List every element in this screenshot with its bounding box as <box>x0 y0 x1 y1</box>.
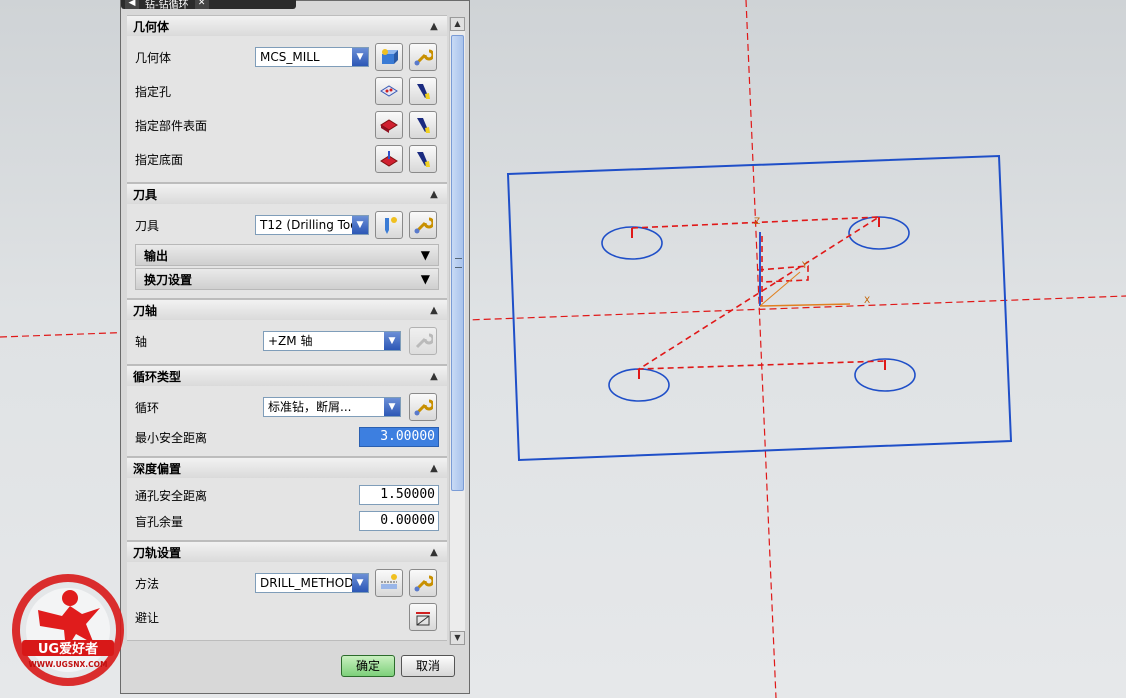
chevron-up-icon[interactable]: ▲ <box>427 187 441 201</box>
edit-axis-button[interactable] <box>409 327 437 355</box>
select-bottom-button[interactable] <box>375 145 403 173</box>
section-path-settings: 方法 DRILL_METHOD ▼ 避让 <box>127 562 447 641</box>
watermark-brand: UG爱好者 <box>38 641 98 657</box>
datum-axis-vertical <box>745 0 777 698</box>
min-clearance-label: 最小安全距离 <box>135 430 208 445</box>
section-cycle: 循环 标准钻，断屑... ▼ 最小安全距离 3.00000 <box>127 386 447 457</box>
bottom-surface-icon <box>380 151 398 167</box>
specify-part-surface-label: 指定部件表面 <box>135 118 208 133</box>
avoid-settings-button[interactable] <box>409 603 437 631</box>
section-geometry-header[interactable]: 几何体 ▲ <box>127 15 447 36</box>
close-icon[interactable]: ✕ <box>194 0 209 9</box>
dialog-footer: 确定 取消 <box>121 649 469 693</box>
flashlight-icon <box>417 84 430 99</box>
chevron-down-icon[interactable]: ▼ <box>384 398 400 416</box>
geometry-select[interactable]: MCS_MILL ▼ <box>255 47 369 67</box>
chevron-down-icon[interactable]: ▼ <box>352 216 368 234</box>
tool-label: 刀具 <box>135 218 160 233</box>
cycle-select[interactable]: 标准钻，断屑... ▼ <box>263 397 401 417</box>
scrollbar-thumb[interactable] <box>451 35 464 491</box>
select-part-surface-button[interactable] <box>375 111 403 139</box>
watermark-url: WWW.UGSNX.COM <box>29 660 108 669</box>
avoid-label: 避让 <box>135 610 160 625</box>
holes-icon <box>380 85 398 97</box>
select-holes-button[interactable] <box>375 77 403 105</box>
cycle-label: 循环 <box>135 400 160 415</box>
display-part-surface-button[interactable] <box>409 111 437 139</box>
specify-holes-label: 指定孔 <box>135 84 172 99</box>
scroll-up-icon[interactable]: ▲ <box>450 17 465 31</box>
wrench-icon <box>414 399 433 416</box>
toolpath <box>631 216 886 370</box>
edit-tool-button[interactable] <box>409 211 437 239</box>
new-geometry-button[interactable] <box>375 43 403 71</box>
chevron-down-icon[interactable]: ▼ <box>384 332 400 350</box>
axis-label-y: Y <box>801 261 808 271</box>
dialog-title-bar: ◀ 钻-钻循环 ✕ <box>121 0 296 11</box>
blind-stock-input[interactable]: 0.00000 <box>359 511 439 531</box>
blind-stock-label: 盲孔余量 <box>135 514 184 529</box>
axis-select[interactable]: +ZM 轴 ▼ <box>263 331 401 351</box>
section-tool: 刀具 T12 (Drilling Too ▼ 输出 ▼ 换刀设置 ▼ <box>127 204 447 299</box>
axis-label: 轴 <box>135 334 148 349</box>
avoid-icon <box>416 612 430 626</box>
chevron-down-icon[interactable]: ▼ <box>421 272 430 286</box>
operation-dialog: ◀ 钻-钻循环 ✕ 几何体 ▲ 几何体 MCS_MILL ▼ 指定孔 指定部件表… <box>120 0 470 694</box>
method-label: 方法 <box>135 576 160 591</box>
section-cycle-header[interactable]: 循环类型 ▲ <box>127 365 447 386</box>
new-geometry-icon <box>382 49 398 64</box>
tool-select[interactable]: T12 (Drilling Too ▼ <box>255 215 369 235</box>
section-tool-axis: 轴 +ZM 轴 ▼ <box>127 320 447 365</box>
new-method-icon <box>381 574 397 589</box>
wrench-icon <box>414 49 433 66</box>
chevron-down-icon[interactable]: ▼ <box>352 574 368 592</box>
chevron-up-icon[interactable]: ▲ <box>427 545 441 559</box>
ok-button[interactable]: 确定 <box>341 655 395 677</box>
chevron-up-icon[interactable]: ▲ <box>427 19 441 33</box>
method-select[interactable]: DRILL_METHOD ▼ <box>255 573 369 593</box>
section-geometry: 几何体 MCS_MILL ▼ 指定孔 指定部件表面 指定底面 <box>127 36 447 183</box>
part-surface-icon <box>380 119 398 133</box>
cancel-button[interactable]: 取消 <box>401 655 455 677</box>
section-path-settings-header[interactable]: 刀轨设置 ▲ <box>127 541 447 562</box>
new-tool-button[interactable] <box>375 211 403 239</box>
axis-label-z: Z <box>754 217 760 227</box>
display-bottom-button[interactable] <box>409 145 437 173</box>
new-method-button[interactable] <box>375 569 403 597</box>
wrench-icon <box>414 217 433 234</box>
edit-method-button[interactable] <box>409 569 437 597</box>
axis-label-x: X <box>864 296 870 306</box>
chevron-down-icon[interactable]: ▼ <box>421 248 430 262</box>
mcs-triad: Z X Y <box>754 217 870 307</box>
section-tool-axis-header[interactable]: 刀轴 ▲ <box>127 299 447 320</box>
section-depth-offset: 通孔安全距离 1.50000 盲孔余量 0.00000 <box>127 478 447 541</box>
min-clearance-input[interactable]: 3.00000 <box>359 427 439 447</box>
section-tool-header[interactable]: 刀具 ▲ <box>127 183 447 204</box>
through-clearance-label: 通孔安全距离 <box>135 488 208 503</box>
scroll-down-icon[interactable]: ▼ <box>450 631 465 645</box>
dialog-scrollbar[interactable]: ▲ ▼ <box>449 17 465 645</box>
brand-watermark-logo: UG爱好者 WWW.UGSNX.COM <box>12 574 124 686</box>
chevron-up-icon[interactable]: ▲ <box>427 369 441 383</box>
edit-cycle-button[interactable] <box>409 393 437 421</box>
drill-tool-icon <box>385 217 397 234</box>
through-clearance-input[interactable]: 1.50000 <box>359 485 439 505</box>
dialog-title: 钻-钻循环 <box>145 0 189 11</box>
specify-bottom-label: 指定底面 <box>135 152 184 167</box>
chevron-up-icon[interactable]: ▲ <box>427 461 441 475</box>
dialog-scroll-panel: 几何体 ▲ 几何体 MCS_MILL ▼ 指定孔 指定部件表面 指定底面 刀具 … <box>127 15 447 647</box>
wrench-icon <box>415 333 433 349</box>
tool-change-subsection[interactable]: 换刀设置 ▼ <box>135 268 439 290</box>
chevron-down-icon[interactable]: ▼ <box>352 48 368 66</box>
geometry-label: 几何体 <box>135 50 172 65</box>
flashlight-icon <box>417 118 430 133</box>
display-holes-button[interactable] <box>409 77 437 105</box>
chevron-up-icon[interactable]: ▲ <box>427 303 441 317</box>
output-subsection[interactable]: 输出 ▼ <box>135 244 439 266</box>
section-depth-offset-header[interactable]: 深度偏置 ▲ <box>127 457 447 478</box>
flashlight-icon <box>417 152 430 167</box>
collapse-arrow-icon[interactable]: ◀ <box>125 0 139 9</box>
wrench-icon <box>414 575 433 592</box>
edit-geometry-button[interactable] <box>409 43 437 71</box>
